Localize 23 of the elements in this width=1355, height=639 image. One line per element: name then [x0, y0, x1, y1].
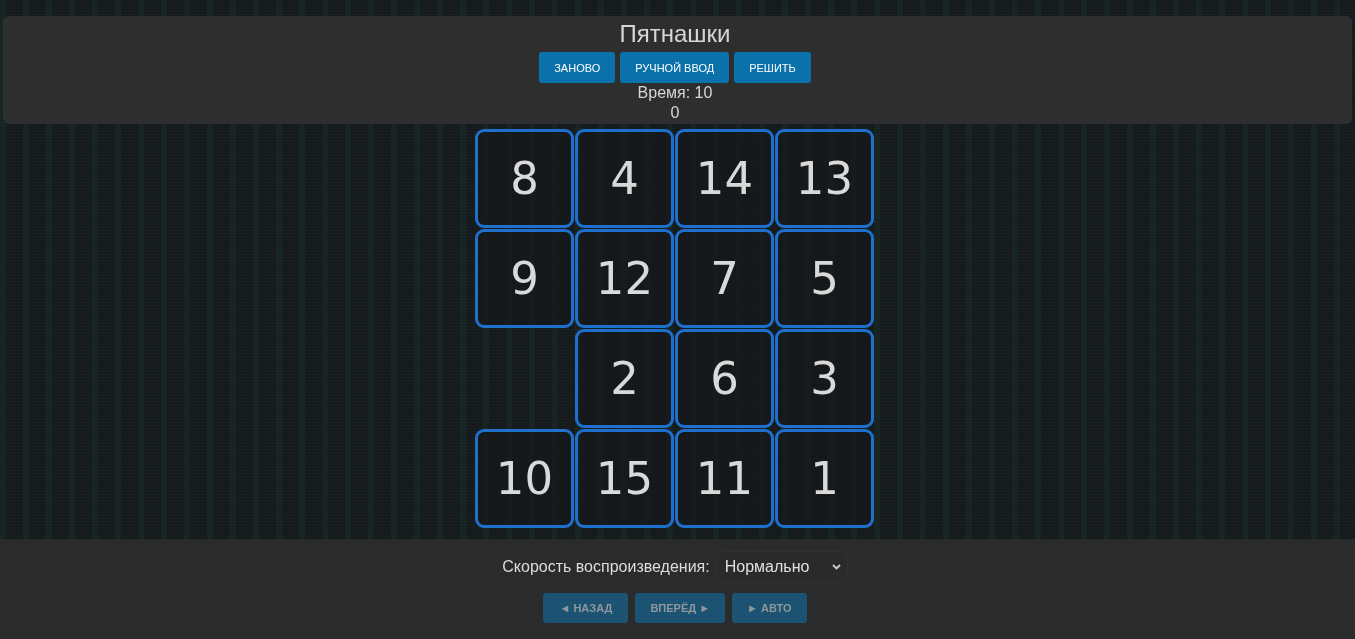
- puzzle-tile[interactable]: 7: [675, 229, 774, 328]
- action-button[interactable]: РУЧНОЙ ВВОД: [620, 52, 730, 83]
- puzzle-tile[interactable]: 11: [675, 429, 774, 528]
- puzzle-tile[interactable]: 8: [475, 129, 574, 228]
- puzzle-tile[interactable]: 13: [775, 129, 874, 228]
- timer-text: Время: 10 0: [637, 83, 713, 123]
- puzzle-tile[interactable]: 2: [575, 329, 674, 428]
- puzzle-tile[interactable]: 5: [775, 229, 874, 328]
- chevron-down-icon: [831, 564, 841, 570]
- puzzle-tile[interactable]: 4: [575, 129, 674, 228]
- puzzle-tile[interactable]: 1: [775, 429, 874, 528]
- action-button[interactable]: ЗАНОВО: [539, 52, 616, 83]
- action-button[interactable]: РЕШИТЬ: [734, 52, 811, 83]
- speed-select[interactable]: Нормально: [715, 551, 848, 583]
- game-title: Пятнашки: [619, 19, 731, 49]
- puzzle-tile[interactable]: 10: [475, 429, 574, 528]
- speed-label: Скорость воспроизведения:: [502, 558, 710, 576]
- puzzle-tile[interactable]: 14: [675, 129, 774, 228]
- puzzle-tile[interactable]: 15: [575, 429, 674, 528]
- puzzle-tile[interactable]: 9: [475, 229, 574, 328]
- puzzle-tile[interactable]: 12: [575, 229, 674, 328]
- puzzle-tile[interactable]: 3: [775, 329, 874, 428]
- puzzle-tile[interactable]: 6: [675, 329, 774, 428]
